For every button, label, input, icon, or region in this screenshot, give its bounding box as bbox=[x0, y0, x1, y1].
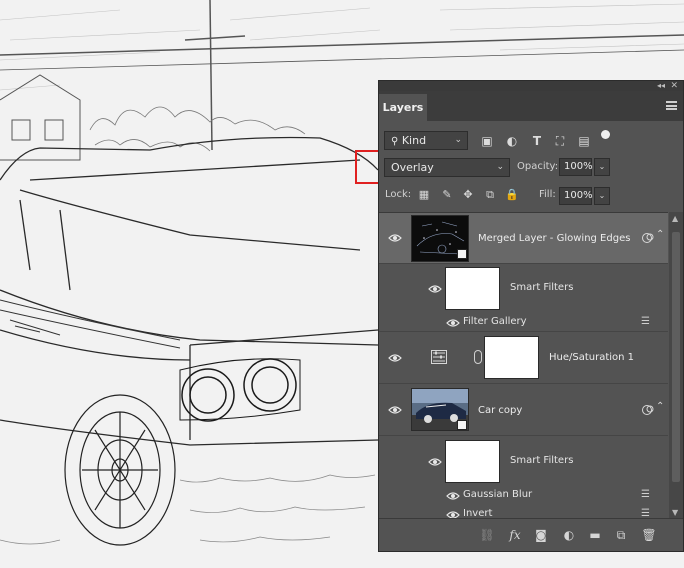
scroll-down-icon[interactable]: ▼ bbox=[672, 508, 678, 517]
smart-filter-indicator-icon bbox=[642, 405, 654, 415]
hue-saturation-adjustment-icon bbox=[431, 350, 447, 364]
filter-name[interactable]: Gaussian Blur bbox=[463, 489, 532, 500]
smart-object-badge-icon bbox=[457, 420, 467, 430]
shape-filter-icon[interactable]: ⛶ bbox=[553, 134, 567, 148]
eye-icon[interactable] bbox=[388, 405, 402, 415]
image-filter-icon[interactable]: ▣ bbox=[480, 134, 494, 148]
scroll-up-icon[interactable]: ▲ bbox=[672, 214, 678, 223]
new-adjustment-icon[interactable]: ◐ bbox=[561, 527, 577, 543]
filter-toggle-icon[interactable] bbox=[601, 130, 610, 139]
blend-mode-dropdown[interactable]: Overlay ⌄ bbox=[384, 158, 510, 177]
layer-name[interactable]: Merged Layer - Glowing Edges bbox=[478, 233, 630, 244]
chevron-down-icon: ⌄ bbox=[496, 162, 504, 172]
link-icon[interactable] bbox=[474, 350, 482, 364]
smart-filter-indicator-icon bbox=[642, 233, 654, 243]
eye-icon[interactable] bbox=[428, 284, 442, 294]
layer-mask-thumbnail[interactable] bbox=[484, 336, 539, 379]
blend-mode-value: Overlay bbox=[391, 161, 434, 174]
tab-row: Layers bbox=[379, 91, 683, 121]
layers-panel: ◂◂ ✕ Layers ⚲ Kind ⌄ ▣ ◐ T ⛶ ▤ Overlay ⌄… bbox=[378, 80, 684, 552]
filter-mask-thumbnail[interactable] bbox=[445, 440, 500, 483]
opacity-label: Opacity: bbox=[517, 161, 559, 172]
filter-name[interactable]: Filter Gallery bbox=[463, 316, 527, 327]
filter-kind-dropdown[interactable]: ⚲ Kind ⌄ bbox=[384, 131, 468, 150]
add-mask-icon[interactable]: ◙ bbox=[533, 527, 549, 543]
eye-icon[interactable] bbox=[388, 353, 402, 363]
smart-filters-row-2[interactable]: Smart Filters Gaussian Blur ☰ Invert ☰ bbox=[379, 436, 668, 520]
link-layers-icon[interactable]: ⛓ bbox=[479, 527, 495, 543]
layer-name[interactable]: Car copy bbox=[478, 405, 522, 416]
smart-filters-label: Smart Filters bbox=[510, 282, 574, 293]
fill-field[interactable]: 100% ⌄ bbox=[559, 187, 610, 205]
lock-position-icon[interactable]: ✥ bbox=[461, 188, 475, 202]
new-layer-icon[interactable]: ⧉ bbox=[613, 527, 629, 543]
panel-menu-icon[interactable] bbox=[666, 101, 677, 110]
smart-filters-row-1[interactable]: Smart Filters Filter Gallery ☰ bbox=[379, 264, 668, 332]
prevent-auto-nesting-icon[interactable]: ⧉ bbox=[483, 188, 497, 202]
layer-row-hue-saturation[interactable]: Hue/Saturation 1 bbox=[379, 332, 668, 384]
tab-layers[interactable]: Layers bbox=[379, 94, 427, 121]
scrollbar-thumb[interactable] bbox=[672, 232, 680, 482]
search-icon: ⚲ bbox=[391, 136, 399, 147]
layers-scrollbar[interactable]: ▲ ▼ bbox=[669, 212, 683, 519]
new-group-icon[interactable]: ▬ bbox=[587, 527, 603, 543]
layer-row-car-copy[interactable]: Car copy ⌃ bbox=[379, 384, 668, 436]
adjustment-filter-icon[interactable]: ◐ bbox=[505, 134, 519, 148]
lock-transparent-pixels-icon[interactable]: ▦ bbox=[417, 188, 431, 202]
eye-icon[interactable] bbox=[446, 491, 460, 501]
filter-kind-label: Kind bbox=[401, 134, 427, 147]
filter-row: ⚲ Kind ⌄ ▣ ◐ T ⛶ ▤ bbox=[379, 130, 683, 151]
opacity-chevron-icon[interactable]: ⌄ bbox=[594, 158, 610, 176]
smart-object-badge-icon bbox=[457, 249, 467, 259]
layers-list: Merged Layer - Glowing Edges ⌃ Smart Fil… bbox=[379, 212, 668, 520]
lock-label: Lock: bbox=[385, 189, 412, 200]
smart-filters-label: Smart Filters bbox=[510, 455, 574, 466]
collapse-panel-icon[interactable]: ◂◂ bbox=[657, 81, 665, 91]
delete-layer-icon[interactable]: 🗑 bbox=[641, 527, 657, 543]
filter-blending-options-icon[interactable]: ☰ bbox=[641, 489, 650, 500]
fill-chevron-icon[interactable]: ⌄ bbox=[594, 187, 610, 205]
type-filter-icon[interactable]: T bbox=[530, 134, 544, 148]
smart-object-filter-icon[interactable]: ▤ bbox=[577, 134, 591, 148]
filter-blending-options-icon[interactable]: ☰ bbox=[641, 316, 650, 327]
collapse-filters-icon[interactable]: ⌃ bbox=[656, 229, 664, 240]
layers-bottom-toolbar: ⛓ fx ◙ ◐ ▬ ⧉ 🗑 bbox=[379, 518, 683, 551]
opacity-value: 100% bbox=[564, 161, 593, 172]
lock-all-icon[interactable]: 🔒 bbox=[505, 188, 519, 202]
collapse-filters-icon[interactable]: ⌃ bbox=[656, 401, 664, 412]
lock-image-pixels-icon[interactable]: ✎ bbox=[440, 188, 454, 202]
lock-row: Lock: ▦ ✎ ✥ ⧉ 🔒 Fill: 100% ⌄ bbox=[379, 187, 683, 205]
eye-icon[interactable] bbox=[428, 457, 442, 467]
eye-icon[interactable] bbox=[446, 318, 460, 328]
layer-name[interactable]: Hue/Saturation 1 bbox=[549, 352, 634, 363]
layer-row-merged[interactable]: Merged Layer - Glowing Edges ⌃ bbox=[379, 213, 668, 264]
fx-icon[interactable]: fx bbox=[507, 527, 523, 543]
opacity-field[interactable]: 100% ⌄ bbox=[559, 158, 610, 176]
panel-title-bar[interactable]: ◂◂ ✕ bbox=[379, 81, 683, 91]
eye-icon[interactable] bbox=[388, 233, 402, 243]
close-panel-icon[interactable]: ✕ bbox=[670, 81, 678, 91]
chevron-down-icon: ⌄ bbox=[454, 135, 462, 145]
blend-row: Overlay ⌄ Opacity: 100% ⌄ bbox=[379, 158, 683, 178]
fill-value: 100% bbox=[564, 190, 593, 201]
filter-mask-thumbnail[interactable] bbox=[445, 267, 500, 310]
fill-label: Fill: bbox=[539, 189, 556, 200]
